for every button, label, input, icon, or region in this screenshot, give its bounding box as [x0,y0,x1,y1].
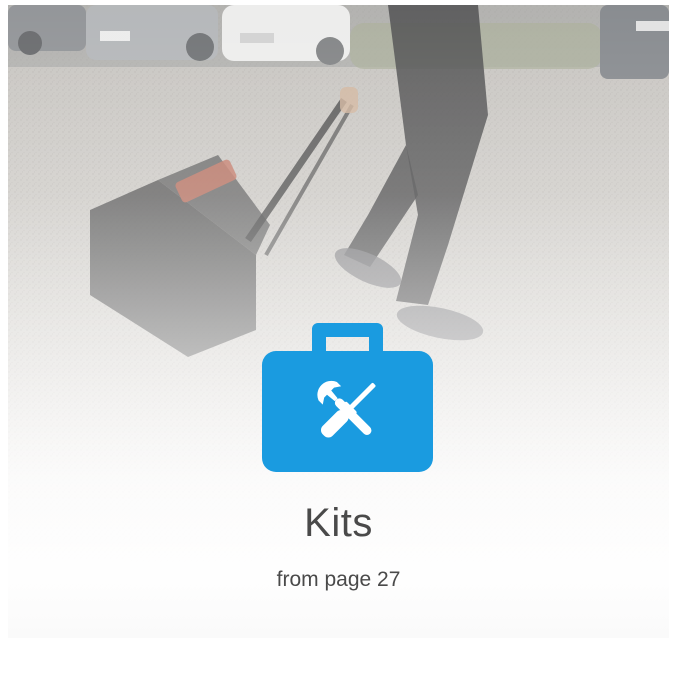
card-title: Kits [304,501,373,545]
kits-card[interactable]: Kits from page 27 [8,5,669,638]
card-subtitle: from page 27 [276,568,401,591]
toolbox-wrench-screwdriver-icon [262,319,433,472]
page: Kits from page 27 [0,0,677,693]
